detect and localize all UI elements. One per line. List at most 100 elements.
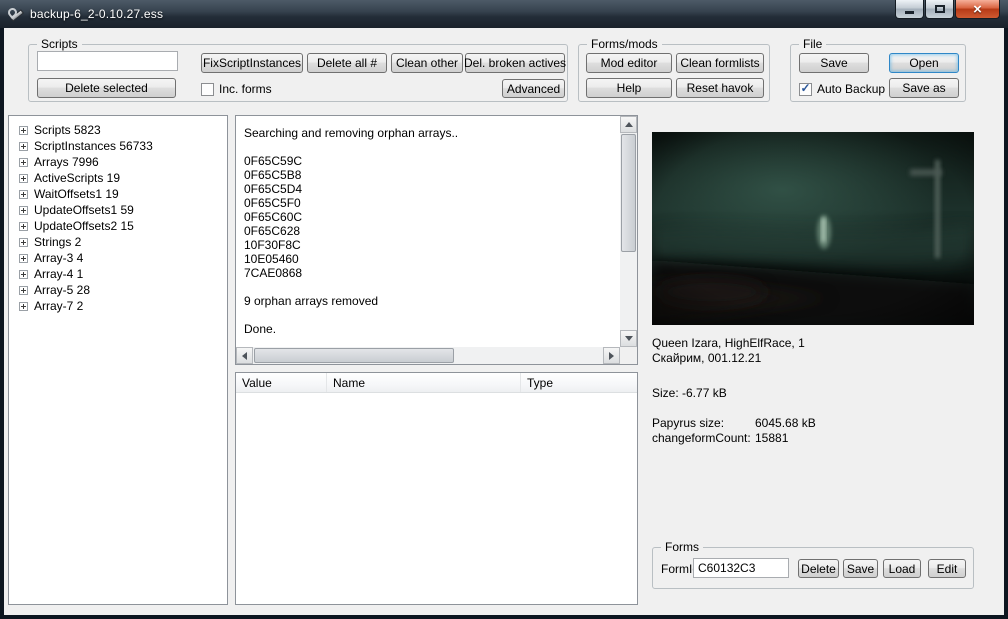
scroll-right-button[interactable] xyxy=(603,347,620,364)
scroll-left-button[interactable] xyxy=(236,347,253,364)
save-button[interactable]: Save xyxy=(799,53,869,73)
tree-item[interactable]: UpdateOffsets1 59 xyxy=(19,202,227,218)
client-area: Scripts Delete selected FixScriptInstanc… xyxy=(4,28,1004,615)
tree-item-label: ActiveScripts 19 xyxy=(34,171,120,185)
delete-selected-button[interactable]: Delete selected xyxy=(37,78,176,98)
scripts-group-label: Scripts xyxy=(37,37,82,51)
expand-icon[interactable] xyxy=(19,126,28,135)
save-contents-tree: Scripts 5823 ScriptInstances 56733 Array… xyxy=(9,116,227,314)
save-as-button[interactable]: Save as xyxy=(889,78,959,98)
open-button[interactable]: Open xyxy=(889,53,959,73)
down-arrow-icon xyxy=(625,336,633,345)
horizontal-scrollbar[interactable] xyxy=(236,347,620,364)
scrollbar-corner xyxy=(620,347,637,364)
expand-icon[interactable] xyxy=(19,222,28,231)
expand-icon[interactable] xyxy=(19,302,28,311)
tree-item[interactable]: WaitOffsets1 19 xyxy=(19,186,227,202)
save-screenshot xyxy=(652,132,974,325)
tree-item-label: Array-5 28 xyxy=(34,283,90,297)
app-icon xyxy=(8,7,22,21)
delete-all-button[interactable]: Delete all # xyxy=(307,53,387,73)
scripts-filter-input[interactable] xyxy=(37,51,178,71)
expand-icon[interactable] xyxy=(19,238,28,247)
changeform-count-value: 15881 xyxy=(755,431,788,445)
left-arrow-icon xyxy=(238,352,247,360)
expand-icon[interactable] xyxy=(19,142,28,151)
tree-item-label: Array-4 1 xyxy=(34,267,83,281)
close-icon: × xyxy=(973,2,982,17)
form-load-button[interactable]: Load xyxy=(883,559,921,578)
expand-icon[interactable] xyxy=(19,158,28,167)
changeform-count-label: changeformCount: xyxy=(652,431,751,445)
tree-item[interactable]: ScriptInstances 56733 xyxy=(19,138,227,154)
inc-forms-checkbox[interactable] xyxy=(201,83,214,96)
file-group-label: File xyxy=(799,37,826,51)
clean-formlists-button[interactable]: Clean formlists xyxy=(676,53,764,73)
table-header: Value Name Type xyxy=(236,373,637,393)
column-header-type[interactable]: Type xyxy=(521,373,637,392)
auto-backup-label: Auto Backup xyxy=(817,82,885,96)
papyrus-size-value: 6045.68 kB xyxy=(755,416,816,430)
tree-item-label: Array-3 4 xyxy=(34,251,83,265)
inc-forms-label: Inc. forms xyxy=(219,82,272,96)
tree-item-label: UpdateOffsets2 15 xyxy=(34,219,134,233)
expand-icon[interactable] xyxy=(19,270,28,279)
expand-icon[interactable] xyxy=(19,286,28,295)
scroll-down-button[interactable] xyxy=(620,330,637,347)
tree-item[interactable]: Strings 2 xyxy=(19,234,227,250)
tree-item-label: WaitOffsets1 19 xyxy=(34,187,119,201)
expand-icon[interactable] xyxy=(19,206,28,215)
form-save-button[interactable]: Save xyxy=(843,559,878,578)
del-broken-actives-button[interactable]: Del. broken actives xyxy=(465,53,565,73)
forms-mods-group-label: Forms/mods xyxy=(587,37,662,51)
expand-icon[interactable] xyxy=(19,174,28,183)
mod-editor-button[interactable]: Mod editor xyxy=(586,53,672,73)
tree-item[interactable]: Array-3 4 xyxy=(19,250,227,266)
advanced-button[interactable]: Advanced xyxy=(502,79,565,98)
form-delete-button[interactable]: Delete xyxy=(798,559,839,578)
tree-item[interactable]: Array-4 1 xyxy=(19,266,227,282)
minimize-icon xyxy=(905,11,914,14)
column-header-name[interactable]: Name xyxy=(327,373,521,392)
titlebar[interactable]: backup-6_2-0.10.27.ess xyxy=(0,0,1008,28)
vertical-scrollbar[interactable] xyxy=(620,116,637,347)
tree-panel[interactable]: Scripts 5823 ScriptInstances 56733 Array… xyxy=(8,115,228,605)
expand-icon[interactable] xyxy=(19,190,28,199)
maximize-button[interactable] xyxy=(925,0,954,19)
form-edit-button[interactable]: Edit xyxy=(928,559,966,578)
clean-other-button[interactable]: Clean other xyxy=(391,53,463,73)
formid-input[interactable] xyxy=(693,558,789,578)
window-title: backup-6_2-0.10.27.ess xyxy=(30,7,163,21)
tree-item-label: UpdateOffsets1 59 xyxy=(34,203,134,217)
horizontal-scroll-thumb[interactable] xyxy=(254,348,454,363)
tree-item[interactable]: Arrays 7996 xyxy=(19,154,227,170)
tree-item-label: Arrays 7996 xyxy=(34,155,99,169)
scroll-up-button[interactable] xyxy=(620,116,637,133)
close-button[interactable]: × xyxy=(955,0,1000,19)
expand-icon[interactable] xyxy=(19,254,28,263)
location-info: Скайрим, 001.12.21 xyxy=(652,351,761,365)
right-arrow-icon xyxy=(609,352,618,360)
column-header-value[interactable]: Value xyxy=(236,373,327,392)
help-button[interactable]: Help xyxy=(586,78,672,98)
tree-item-label: Strings 2 xyxy=(34,235,81,249)
tree-item-label: Array-7 2 xyxy=(34,299,83,313)
papyrus-size-label: Papyrus size: xyxy=(652,416,724,430)
auto-backup-checkbox[interactable] xyxy=(799,83,812,96)
vertical-scroll-thumb[interactable] xyxy=(621,134,636,252)
tree-item-label: Scripts 5823 xyxy=(34,123,101,137)
tree-item-label: ScriptInstances 56733 xyxy=(34,139,153,153)
tree-item[interactable]: Array-5 28 xyxy=(19,282,227,298)
minimize-button[interactable] xyxy=(895,0,924,19)
tree-item[interactable]: UpdateOffsets2 15 xyxy=(19,218,227,234)
file-group: File Save Open Auto Backup Save as xyxy=(790,44,966,102)
log-panel: Searching and removing orphan arrays.. 0… xyxy=(235,115,638,365)
tree-item[interactable]: ActiveScripts 19 xyxy=(19,170,227,186)
forms-mods-group: Forms/mods Mod editor Clean formlists He… xyxy=(578,44,770,102)
fix-script-instances-button[interactable]: FixScriptInstances xyxy=(201,53,303,73)
tree-item[interactable]: Array-7 2 xyxy=(19,298,227,314)
log-output[interactable]: Searching and removing orphan arrays.. 0… xyxy=(236,116,620,347)
tree-item[interactable]: Scripts 5823 xyxy=(19,122,227,138)
reset-havok-button[interactable]: Reset havok xyxy=(676,78,764,98)
scripts-group: Scripts Delete selected FixScriptInstanc… xyxy=(28,44,568,102)
